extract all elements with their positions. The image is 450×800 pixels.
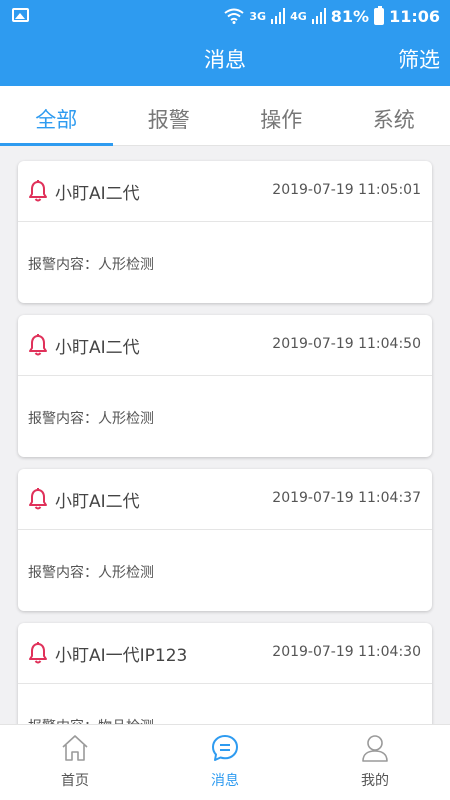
message-icon <box>212 735 238 761</box>
network-type-1: 3G <box>249 9 267 23</box>
message-card-header: 小盯AI一代IP123 2019-07-19 11:04:30 <box>18 623 432 684</box>
message-card-header: 小盯AI二代 2019-07-19 11:04:50 <box>18 315 432 376</box>
nav-home-label: 首页 <box>61 773 89 789</box>
message-list[interactable]: 小盯AI二代 2019-07-19 11:05:01 报警内容：人形检测 小盯A… <box>0 147 450 724</box>
network-type-2: 4G <box>290 9 307 23</box>
signal-icon-2 <box>311 8 326 24</box>
tab-bar: 全部 报警 操作 系统 <box>0 86 450 146</box>
bell-icon <box>29 334 47 356</box>
device-name: 小盯AI一代IP123 <box>55 646 188 666</box>
tab-all[interactable]: 全部 <box>0 86 113 146</box>
app-bar: 消息 筛选 <box>0 32 450 86</box>
nav-messages[interactable]: 消息 <box>150 725 300 800</box>
bell-icon <box>29 180 47 202</box>
message-time: 2019-07-19 11:05:01 <box>272 182 421 198</box>
device-name: 小盯AI二代 <box>55 338 140 358</box>
message-content: 报警内容：人形检测 <box>28 257 154 273</box>
nav-profile-label: 我的 <box>361 773 389 789</box>
nav-profile[interactable]: 我的 <box>300 725 450 800</box>
home-icon <box>62 735 88 761</box>
tab-system[interactable]: 系统 <box>338 86 450 145</box>
nav-home[interactable]: 首页 <box>0 725 150 800</box>
tab-operation[interactable]: 操作 <box>225 86 338 145</box>
message-time: 2019-07-19 11:04:30 <box>272 644 421 660</box>
battery-icon <box>374 5 385 25</box>
page-title: 消息 <box>204 48 246 72</box>
message-card[interactable]: 小盯AI一代IP123 2019-07-19 11:04:30 报警内容：物品检… <box>18 623 432 724</box>
message-card-header: 小盯AI二代 2019-07-19 11:05:01 <box>18 161 432 222</box>
image-notification-icon <box>12 8 29 22</box>
user-icon <box>362 735 388 762</box>
message-content: 报警内容：人形检测 <box>28 565 154 581</box>
bottom-nav: 首页 消息 我的 <box>0 724 450 800</box>
battery-percent: 81% <box>330 6 370 26</box>
status-indicators: 3G 4G 81% 11:06 <box>224 4 440 28</box>
device-name: 小盯AI二代 <box>55 184 140 204</box>
bell-icon <box>29 488 47 510</box>
signal-icon <box>271 8 286 24</box>
message-time: 2019-07-19 11:04:50 <box>272 336 421 352</box>
message-card[interactable]: 小盯AI二代 2019-07-19 11:04:50 报警内容：人形检测 <box>18 315 432 457</box>
tab-alarm[interactable]: 报警 <box>113 86 226 145</box>
nav-messages-label: 消息 <box>211 773 239 789</box>
status-bar: 3G 4G 81% 11:06 <box>0 0 450 32</box>
message-card-header: 小盯AI二代 2019-07-19 11:04:37 <box>18 469 432 530</box>
bell-icon <box>29 642 47 664</box>
device-name: 小盯AI二代 <box>55 492 140 512</box>
message-content: 报警内容：物品检测 <box>28 716 154 724</box>
message-content: 报警内容：人形检测 <box>28 411 154 427</box>
wifi-icon <box>224 8 245 24</box>
filter-button[interactable]: 筛选 <box>398 44 440 74</box>
message-card[interactable]: 小盯AI二代 2019-07-19 11:04:37 报警内容：人形检测 <box>18 469 432 611</box>
clock: 11:06 <box>389 6 440 26</box>
message-time: 2019-07-19 11:04:37 <box>272 490 421 506</box>
message-card[interactable]: 小盯AI二代 2019-07-19 11:05:01 报警内容：人形检测 <box>18 161 432 303</box>
